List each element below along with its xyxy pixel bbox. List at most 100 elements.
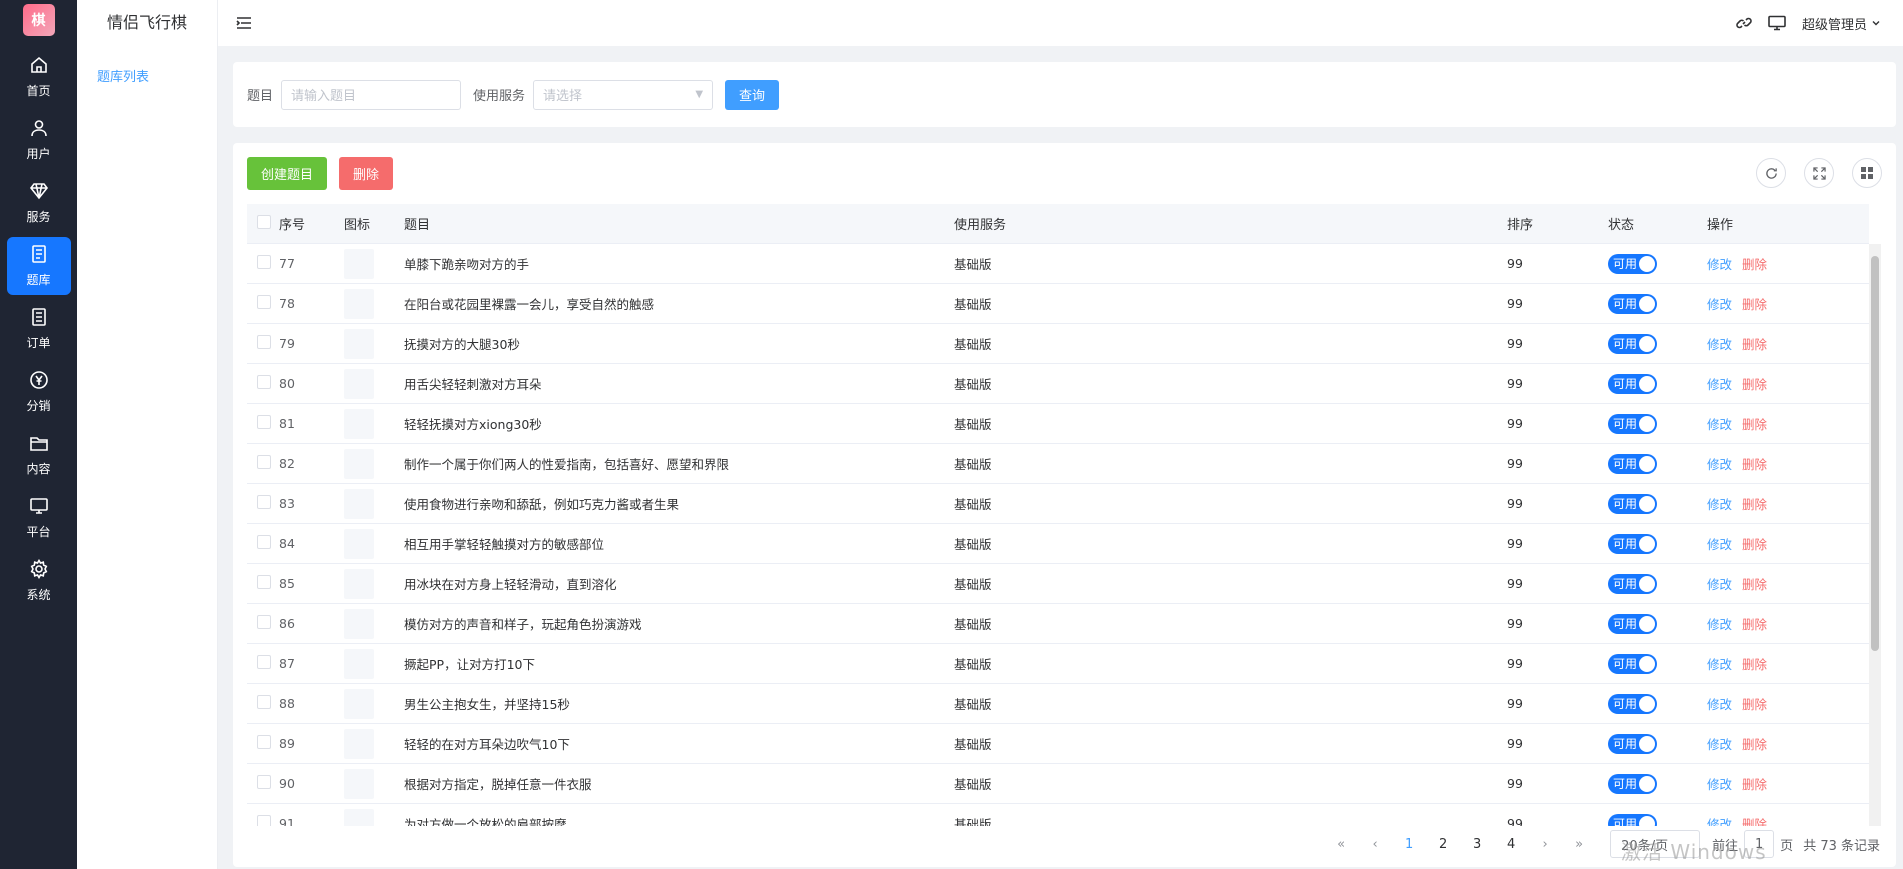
delete-link[interactable]: 删除 [1742,254,1767,273]
service-select[interactable]: 请选择 ▼ [533,79,714,110]
nav-item-home[interactable]: 首页 [7,48,71,106]
delete-link[interactable]: 删除 [1742,294,1767,313]
first-page-icon[interactable]: « [1324,837,1358,852]
delete-link[interactable]: 删除 [1742,494,1767,513]
row-sort: 99 [1507,416,1523,431]
status-toggle[interactable]: 可用 [1608,813,1657,826]
status-toggle[interactable]: 可用 [1608,373,1657,394]
row-checkbox[interactable] [257,335,271,349]
status-toggle[interactable]: 可用 [1608,773,1657,794]
row-checkbox[interactable] [257,535,271,549]
fullscreen-icon[interactable] [1804,158,1834,188]
last-page-icon[interactable]: » [1562,837,1596,852]
edit-link[interactable]: 修改 [1707,494,1732,513]
edit-link[interactable]: 修改 [1707,414,1732,433]
status-toggle[interactable]: 可用 [1608,413,1657,434]
edit-link[interactable]: 修改 [1707,254,1732,273]
status-toggle[interactable]: 可用 [1608,253,1657,274]
nav-item-order[interactable]: 订单 [7,300,71,358]
row-checkbox[interactable] [257,415,271,429]
status-toggle[interactable]: 可用 [1608,613,1657,634]
delete-link[interactable]: 删除 [1742,654,1767,673]
row-checkbox[interactable] [257,775,271,789]
delete-link[interactable]: 删除 [1742,614,1767,633]
delete-link[interactable]: 删除 [1742,734,1767,753]
nav-item-folder[interactable]: 内容 [7,426,71,484]
delete-link[interactable]: 删除 [1742,454,1767,473]
status-toggle[interactable]: 可用 [1608,573,1657,594]
row-checkbox[interactable] [257,255,271,269]
row-checkbox[interactable] [257,655,271,669]
row-checkbox[interactable] [257,695,271,709]
row-service: 基础版 [954,737,992,752]
page-number[interactable]: 4 [1494,837,1528,852]
delete-link[interactable]: 删除 [1742,334,1767,353]
prev-page-icon[interactable]: ‹ [1358,837,1392,852]
refresh-icon[interactable] [1756,158,1786,188]
row-checkbox[interactable] [257,295,271,309]
nav-item-diamond[interactable]: 服务 [7,174,71,232]
nav-item-monitor[interactable]: 平台 [7,489,71,547]
row-checkbox[interactable] [257,495,271,509]
edit-link[interactable]: 修改 [1707,574,1732,593]
edit-link[interactable]: 修改 [1707,614,1732,633]
edit-link[interactable]: 修改 [1707,374,1732,393]
nav-item-gear[interactable]: 系统 [7,552,71,610]
delete-link[interactable]: 删除 [1742,774,1767,793]
page-number[interactable]: 3 [1460,837,1494,852]
goto-page-input[interactable]: 1 [1744,830,1775,858]
edit-link[interactable]: 修改 [1707,694,1732,713]
select-all-checkbox[interactable] [257,214,271,229]
user-menu[interactable]: 超级管理员 [1802,14,1881,33]
column-settings-icon[interactable] [1852,158,1882,188]
row-no: 84 [279,536,295,551]
nav-item-yen[interactable]: 分销 [7,363,71,421]
edit-link[interactable]: 修改 [1707,814,1732,826]
row-checkbox[interactable] [257,575,271,589]
menu-toggle-icon[interactable] [236,16,252,30]
edit-link[interactable]: 修改 [1707,294,1732,313]
page-number[interactable]: 1 [1392,837,1426,852]
status-toggle[interactable]: 可用 [1608,333,1657,354]
nav-item-user[interactable]: 用户 [7,111,71,169]
create-question-button[interactable]: 创建题目 [247,156,328,190]
delete-link[interactable]: 删除 [1742,534,1767,553]
scrollbar-thumb[interactable] [1871,256,1879,651]
table-row: 91 为对方做一个放松的肩部按摩 基础版 99 可用 修改 删除 [247,804,1869,826]
status-toggle[interactable]: 可用 [1608,453,1657,474]
status-toggle[interactable]: 可用 [1608,733,1657,754]
row-sort: 99 [1507,336,1523,351]
edit-link[interactable]: 修改 [1707,734,1732,753]
delete-link[interactable]: 删除 [1742,574,1767,593]
next-page-icon[interactable]: › [1528,837,1562,852]
edit-link[interactable]: 修改 [1707,334,1732,353]
bulk-delete-button[interactable]: 删除 [339,156,394,190]
edit-link[interactable]: 修改 [1707,534,1732,553]
status-toggle[interactable]: 可用 [1608,493,1657,514]
link-icon[interactable] [1736,15,1752,31]
delete-link[interactable]: 删除 [1742,374,1767,393]
row-checkbox[interactable] [257,735,271,749]
page-size-select[interactable]: 20条/页 [1610,830,1701,858]
query-button[interactable]: 查询 [725,79,780,110]
row-checkbox[interactable] [257,815,271,826]
status-toggle[interactable]: 可用 [1608,693,1657,714]
edit-link[interactable]: 修改 [1707,654,1732,673]
edit-link[interactable]: 修改 [1707,774,1732,793]
status-toggle[interactable]: 可用 [1608,293,1657,314]
delete-link[interactable]: 删除 [1742,814,1767,826]
row-checkbox[interactable] [257,615,271,629]
row-checkbox[interactable] [257,375,271,389]
status-toggle[interactable]: 可用 [1608,653,1657,674]
table-scrollbar[interactable] [1869,244,1881,826]
delete-link[interactable]: 删除 [1742,414,1767,433]
status-toggle[interactable]: 可用 [1608,533,1657,554]
row-checkbox[interactable] [257,455,271,469]
monitor-icon[interactable] [1768,15,1786,31]
delete-link[interactable]: 删除 [1742,694,1767,713]
edit-link[interactable]: 修改 [1707,454,1732,473]
page-number[interactable]: 2 [1426,837,1460,852]
nav-item-book[interactable]: 题库 [6,237,71,295]
subnav-item-question-list[interactable]: 题库列表 [77,66,217,85]
title-search-input[interactable]: 请输入题目 [281,79,462,110]
